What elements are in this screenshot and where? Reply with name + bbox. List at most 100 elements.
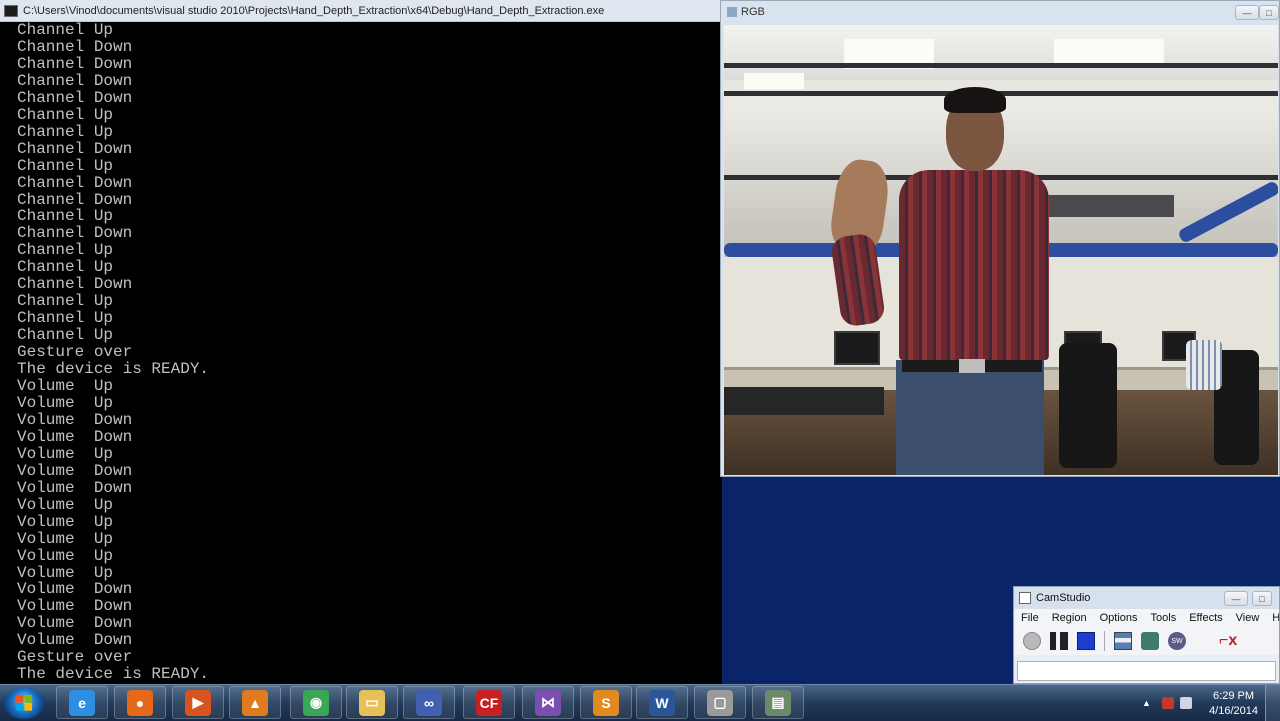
person-hair — [944, 87, 1006, 113]
console-line: Volume Down — [17, 427, 133, 446]
camstudio-maximize-button[interactable]: □ — [1252, 591, 1272, 606]
camstudio-statusbar — [1017, 661, 1276, 681]
toolbar-separator — [1104, 631, 1105, 651]
console-line: Channel Up — [17, 326, 114, 345]
rgb-title: RGB — [741, 6, 765, 18]
console-line: Channel Up — [17, 292, 114, 311]
pause-button[interactable] — [1050, 632, 1068, 650]
console-window[interactable]: C:\Users\Vinod\documents\visual studio 2… — [0, 0, 722, 684]
word-icon: W — [649, 689, 675, 716]
record-button[interactable] — [1023, 632, 1041, 650]
console-line: Channel Down — [17, 37, 133, 56]
console-line: Channel Down — [17, 54, 133, 73]
taskbar-app-chrome[interactable]: ◉ — [290, 686, 342, 719]
person-jeans — [896, 360, 1044, 475]
console-line: Volume Up — [17, 512, 114, 531]
menu-item-effects[interactable]: Effects — [1189, 612, 1222, 624]
console-line: Volume Up — [17, 529, 114, 548]
belt-buckle — [959, 359, 985, 373]
camstudio-window[interactable]: CamStudio — □ File Region Options Tools Effe… — [1013, 586, 1280, 684]
minimize-icon: — — [1231, 593, 1241, 604]
taskbar: e ● ▶ ▲ ◉ ▭ ∞ CF ⋈ S W ▢ ▤ ▲ 6:29 PM 4/16/2014 — [0, 684, 1280, 721]
console-line: Volume Up — [17, 563, 114, 582]
taskbar-app-window-b[interactable]: ▤ — [752, 686, 804, 719]
volume-icon[interactable] — [1180, 697, 1192, 709]
taskbar-app-word[interactable]: W — [636, 686, 688, 719]
rgb-window[interactable]: RGB — □ — [720, 0, 1280, 477]
console-line: Volume Down — [17, 631, 133, 650]
show-desktop-button[interactable] — [1265, 685, 1280, 721]
taskbar-app-ie[interactable]: e — [56, 686, 108, 719]
rgb-window-icon — [727, 7, 737, 17]
console-line: Volume Down — [17, 580, 133, 599]
console-line: Volume Down — [17, 478, 133, 497]
taskbar-app-matlab[interactable]: ▲ — [229, 686, 281, 719]
taskbar-app-firefox[interactable]: ● — [114, 686, 166, 719]
stop-button[interactable] — [1077, 632, 1095, 650]
taskbar-app-app-infinity[interactable]: ∞ — [403, 686, 455, 719]
taskbar-app-coldfusion[interactable]: CF — [463, 686, 515, 719]
annotate-icon[interactable]: ⌐x — [1219, 632, 1237, 650]
menu-item-view[interactable]: View — [1236, 612, 1260, 624]
chrome-icon: ◉ — [303, 689, 329, 716]
menu-item-tools[interactable]: Tools — [1151, 612, 1177, 624]
taskbar-app-media[interactable]: ▶ — [172, 686, 224, 719]
clock[interactable]: 6:29 PM 4/16/2014 — [1209, 689, 1258, 719]
start-button[interactable] — [4, 687, 44, 719]
clock-date: 4/16/2014 — [1209, 705, 1258, 717]
matlab-icon: ▲ — [242, 689, 268, 716]
camstudio-toolbar: SW ⌐x — [1014, 627, 1279, 655]
blue-pipe-angled — [1177, 179, 1278, 245]
maximize-icon: □ — [1259, 593, 1265, 604]
console-line: Channel Down — [17, 88, 133, 107]
ceiling-beam — [724, 63, 1278, 68]
console-line: Channel Up — [17, 156, 114, 175]
taskbar-app-window-a[interactable]: ▢ — [694, 686, 746, 719]
options-icon[interactable] — [1141, 632, 1159, 650]
window-b-icon: ▤ — [765, 689, 791, 716]
coldfusion-icon: CF — [476, 689, 502, 716]
console-output: Channel Up Channel Down Channel Down Channe… — [8, 22, 722, 684]
firefox-icon: ● — [127, 689, 153, 716]
camstudio-menubar: File Region Options Tools Effects View H — [1014, 609, 1279, 627]
window-a-icon: ▢ — [707, 689, 733, 716]
visual-studio-icon: ⋈ — [535, 689, 561, 716]
network-error-icon[interactable] — [1162, 697, 1174, 709]
explorer-icon: ▭ — [359, 689, 385, 716]
sublime-icon: S — [593, 689, 619, 716]
tray-expand-icon[interactable]: ▲ — [1142, 697, 1154, 709]
monitor — [834, 331, 880, 365]
minimize-button[interactable]: — — [1235, 5, 1259, 20]
menu-item-options[interactable]: Options — [1100, 612, 1138, 624]
person-shirt — [899, 170, 1049, 360]
sw-icon[interactable]: SW — [1168, 632, 1186, 650]
taskbar-app-visual-studio[interactable]: ⋈ — [522, 686, 574, 719]
console-line: Channel Down — [17, 71, 133, 90]
console-line: Channel Down — [17, 275, 133, 294]
camstudio-title: CamStudio — [1036, 592, 1091, 604]
console-titlebar[interactable]: C:\Users\Vinod\documents\visual studio 2… — [0, 0, 722, 22]
console-line: Volume Down — [17, 597, 133, 616]
media-icon: ▶ — [185, 689, 211, 716]
rgb-titlebar[interactable]: RGB — □ — [721, 1, 1279, 23]
camstudio-titlebar[interactable]: CamStudio — □ — [1014, 587, 1279, 609]
menu-item-region[interactable]: Region — [1052, 612, 1087, 624]
app-infinity-icon: ∞ — [416, 689, 442, 716]
taskbar-app-sublime[interactable]: S — [580, 686, 632, 719]
console-line: Channel Down — [17, 173, 133, 192]
console-line: Gesture over — [17, 648, 133, 667]
maximize-button[interactable]: □ — [1259, 5, 1279, 20]
menu-item-file[interactable]: File — [1021, 612, 1039, 624]
system-tray: ▲ 6:29 PM 4/16/2014 — [1130, 685, 1280, 721]
ceiling — [724, 25, 1278, 80]
camstudio-minimize-button[interactable]: — — [1224, 591, 1248, 606]
taskbar-app-explorer[interactable]: ▭ — [346, 686, 398, 719]
console-line: Channel Up — [17, 105, 114, 124]
ie-icon: e — [69, 689, 95, 716]
ceiling-light — [744, 73, 804, 89]
console-line: Channel Up — [17, 122, 114, 141]
console-line: Channel Down — [17, 139, 133, 158]
console-line: Volume Down — [17, 410, 133, 429]
region-icon[interactable] — [1114, 632, 1132, 650]
menu-item-h[interactable]: H — [1272, 612, 1279, 624]
